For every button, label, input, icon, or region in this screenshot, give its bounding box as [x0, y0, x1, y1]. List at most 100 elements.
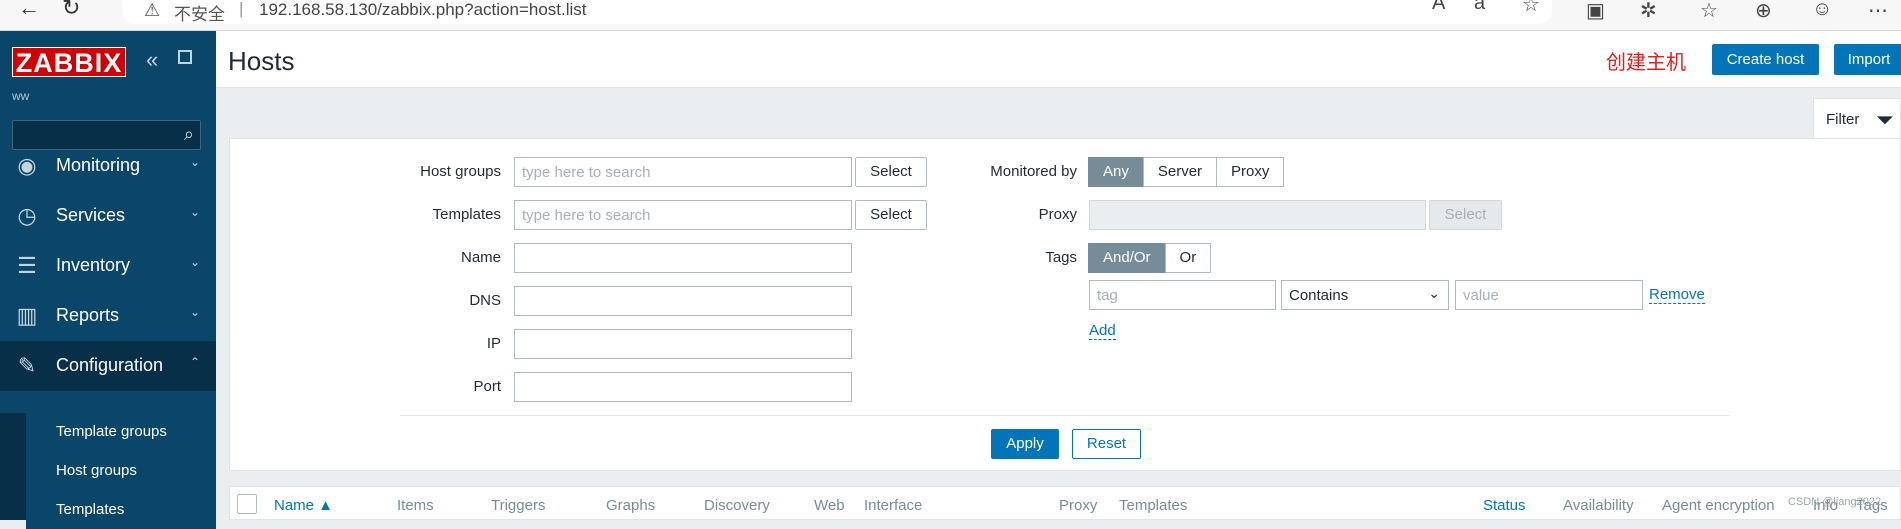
column-items: Items [397, 497, 434, 514]
address-separator: | [239, 0, 244, 18]
templates-input[interactable]: type here to search [514, 200, 852, 230]
host-groups-select-button[interactable]: Select [855, 157, 927, 187]
column-proxy: Proxy [1059, 497, 1098, 514]
submenu-rail [0, 413, 26, 520]
chevron-down-icon: ⌄ [190, 205, 201, 219]
column-triggers: Triggers [491, 497, 546, 514]
name-input[interactable] [514, 243, 852, 273]
read-aloud-icon[interactable]: A [1432, 0, 1445, 15]
monitored-by-any[interactable]: Any [1088, 157, 1144, 187]
tag-operator-value: Contains [1289, 287, 1349, 304]
proxy-input [1089, 200, 1426, 230]
dns-label: DNS [469, 292, 501, 309]
favorites-icon[interactable]: ☆ [1700, 0, 1718, 23]
watermark: CSDN @liang2022 [1788, 496, 1882, 508]
menu-item-services[interactable]: ◷ Services ⌄ [0, 191, 216, 241]
chevron-down-icon: ⌄ [190, 255, 201, 269]
submenu-host-groups[interactable]: Host groups [26, 452, 216, 490]
menu-label: Monitoring [56, 155, 141, 175]
reset-button[interactable]: Reset [1072, 429, 1141, 459]
list-icon: ☰ [17, 253, 37, 278]
ip-input[interactable] [514, 329, 852, 359]
more-icon[interactable]: ⋯ [1868, 0, 1888, 23]
refresh-icon[interactable]: ↻ [62, 0, 80, 19]
collapse-sidebar-icon[interactable]: « [146, 47, 158, 73]
column-templates: Templates [1119, 497, 1188, 514]
templates-select-button[interactable]: Select [855, 200, 927, 230]
insecure-label: 不安全 [174, 5, 225, 24]
templates-label: Templates [432, 206, 501, 223]
chevron-up-icon: ⌃ [190, 355, 201, 369]
back-icon[interactable]: ← [18, 0, 40, 19]
server-name: ww [12, 89, 30, 103]
ip-label: IP [486, 335, 501, 352]
tag-name-input[interactable]: tag [1089, 280, 1276, 310]
page-header: Hosts 创建主机 Create host Import [216, 31, 1901, 88]
tabs-icon[interactable]: ⊕ [1755, 0, 1772, 23]
column-discovery: Discovery [704, 497, 770, 514]
import-button[interactable]: Import [1834, 44, 1901, 75]
menu-item-reports[interactable]: ▥ Reports ⌄ [0, 291, 216, 341]
remove-tag-link[interactable]: Remove [1649, 286, 1705, 304]
chevron-down-icon: ⌄ [1428, 285, 1440, 301]
column-availability: Availability [1563, 497, 1634, 514]
host-groups-label: Host groups [420, 163, 501, 180]
tag-value-input[interactable]: value [1455, 280, 1643, 310]
monitored-by-radio-group: Any Server Proxy [1088, 157, 1285, 187]
apply-button[interactable]: Apply [991, 429, 1059, 459]
translate-icon[interactable]: a [1474, 0, 1485, 15]
column-web: Web [814, 497, 845, 514]
monitored-by-label: Monitored by [990, 163, 1077, 180]
url-text[interactable]: 192.168.58.130/zabbix.php?action=host.li… [259, 0, 587, 20]
kiosk-mode-icon[interactable] [178, 50, 192, 64]
profile-icon[interactable]: ☺ [1812, 0, 1832, 21]
port-label: Port [473, 378, 501, 395]
sidebar: ZABBIX « ww ⌕ ◉ Monitoring ⌄ ◷ Services … [0, 31, 216, 529]
clock-icon: ◷ [17, 203, 37, 228]
monitored-by-server[interactable]: Server [1142, 157, 1218, 187]
menu-label: Configuration [56, 355, 164, 375]
menu-item-inventory[interactable]: ☰ Inventory ⌄ [0, 241, 216, 291]
bar-chart-icon: ▥ [16, 303, 38, 328]
filter-tab-label: Filter [1826, 111, 1860, 128]
port-input[interactable] [514, 372, 852, 402]
tag-operator-select[interactable]: Contains ⌄ [1281, 280, 1449, 310]
warning-icon: ⚠ [144, 0, 161, 20]
wrench-icon: ✎ [17, 353, 37, 378]
filter-tab[interactable]: Filter ⏷ [1813, 98, 1901, 140]
monitored-by-proxy[interactable]: Proxy [1216, 157, 1285, 187]
create-host-button[interactable]: Create host [1712, 44, 1819, 75]
host-groups-input[interactable]: type here to search [514, 157, 852, 187]
chevron-down-icon: ⌄ [190, 155, 201, 169]
annotation-text: 创建主机 [1606, 52, 1686, 74]
proxy-select-button: Select [1429, 200, 1502, 230]
chevron-down-icon: ⌄ [190, 305, 201, 319]
tags-evaltype-radio-group: And/Or Or [1088, 243, 1212, 273]
menu-label: Services [56, 205, 126, 225]
menu-label: Reports [56, 305, 120, 325]
column-name[interactable]: Name ▲ [274, 497, 333, 514]
select-all-checkbox[interactable] [237, 494, 257, 514]
name-label: Name [460, 249, 501, 266]
submenu-template-groups[interactable]: Template groups [26, 413, 216, 451]
extensions-icon[interactable]: ✲ [1640, 0, 1657, 23]
menu-item-configuration[interactable]: ✎ Configuration ⌃ [0, 341, 216, 391]
browser-toolbar: ← ↻ ⚠ 不安全 | 192.168.58.130/zabbix.php?ac… [0, 0, 1901, 31]
dns-input[interactable] [514, 286, 852, 316]
zabbix-logo[interactable]: ZABBIX [12, 47, 126, 78]
favorite-add-icon[interactable]: ☆ [1522, 0, 1540, 17]
filter-icon: ⏷ [1876, 107, 1894, 132]
column-agent-encryption: Agent encryption [1662, 497, 1775, 514]
tags-or[interactable]: Or [1164, 243, 1212, 273]
submenu-templates[interactable]: Templates [26, 491, 216, 529]
tags-label: Tags [1045, 249, 1077, 266]
column-graphs: Graphs [606, 497, 656, 514]
filter-divider [400, 415, 1730, 416]
tags-and-or[interactable]: And/Or [1088, 243, 1166, 273]
collections-icon[interactable]: ▣ [1586, 0, 1605, 23]
eye-icon: ◉ [17, 153, 37, 178]
address-bar[interactable]: ⚠ 不安全 | 192.168.58.130/zabbix.php?action… [122, 0, 1552, 24]
column-status[interactable]: Status [1483, 497, 1526, 514]
menu-item-monitoring[interactable]: ◉ Monitoring ⌄ [0, 141, 216, 191]
add-tag-link[interactable]: Add [1089, 322, 1116, 340]
